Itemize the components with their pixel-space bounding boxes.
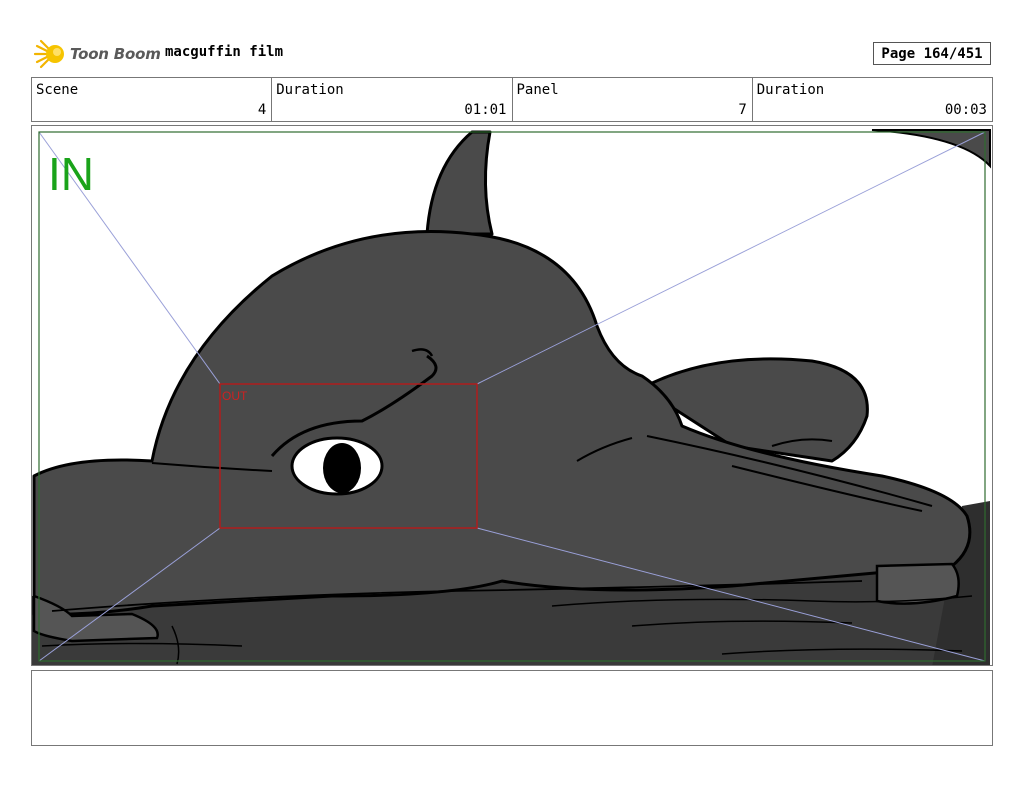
page-indicator: Page 164/451 [873,42,991,65]
panel-duration-cell: Duration 00:03 [753,78,992,121]
eye-pupil [323,443,361,493]
panel-drawing: IN OUT [32,126,992,665]
panel-duration-value: 00:03 [944,102,987,118]
panel-cell: Panel 7 [513,78,753,121]
project-title: macguffin film [165,44,284,60]
scene-duration-value: 01:01 [464,102,507,118]
scene-value: 4 [257,102,267,118]
toon-boom-logo-icon [33,39,64,69]
panel-info-bar: Scene 4 Duration 01:01 Panel 7 Duration … [31,77,993,122]
panel-label: Panel [516,82,559,98]
scene-label: Scene [36,82,79,98]
in-label: IN [48,148,94,200]
logo-text: Toon Boom [70,45,161,63]
storyboard-panel: IN OUT [31,125,993,666]
toon-boom-logo: Toon Boom [33,38,161,70]
scene-duration-cell: Duration 01:01 [272,78,513,121]
out-label: OUT [222,389,248,403]
scene-cell: Scene 4 [32,78,273,121]
scene-duration-label: Duration [276,82,344,98]
panel-duration-label: Duration [756,82,825,98]
panel-notes-box [31,670,993,746]
panel-value: 7 [738,102,747,118]
